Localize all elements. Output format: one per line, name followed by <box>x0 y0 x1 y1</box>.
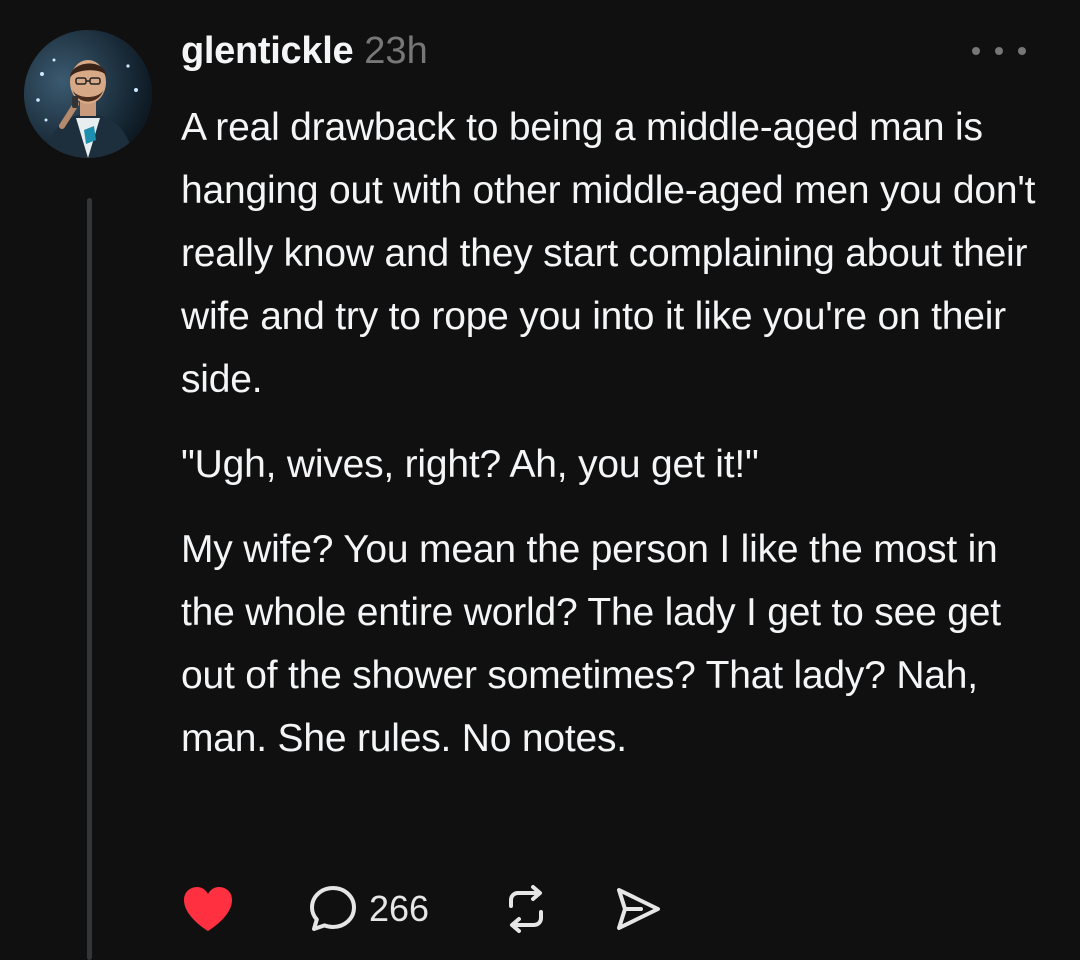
post-body: A real drawback to being a middle-aged m… <box>181 96 1051 770</box>
repost-icon <box>509 885 544 933</box>
post-paragraph: A real drawback to being a middle-aged m… <box>181 106 1036 401</box>
share-button[interactable] <box>611 885 663 933</box>
avatar-photo-icon <box>24 30 152 158</box>
post-paragraph: "Ugh, wives, right? Ah, you get it!" <box>181 443 759 486</box>
heart-icon <box>184 887 232 931</box>
reply-count: 266 <box>369 888 430 929</box>
like-button[interactable] <box>181 884 235 934</box>
post-paragraph: My wife? You mean the person I like the … <box>181 528 1001 760</box>
more-options-button[interactable] <box>972 38 1026 64</box>
thread-post: glentickle 23h A real drawback to being … <box>0 0 1080 960</box>
repost-button[interactable] <box>501 884 551 934</box>
author-avatar[interactable] <box>24 30 152 158</box>
post-header: glentickle 23h <box>181 30 428 82</box>
post-timestamp[interactable]: 23h <box>364 30 427 73</box>
author-username[interactable]: glentickle <box>181 30 354 73</box>
comment-bubble-icon <box>310 886 356 931</box>
post-actions: 266 <box>181 882 663 936</box>
more-dots-icon <box>972 47 980 55</box>
reply-button[interactable]: 266 <box>307 883 429 935</box>
send-icon <box>617 888 661 930</box>
thread-line <box>87 198 92 960</box>
